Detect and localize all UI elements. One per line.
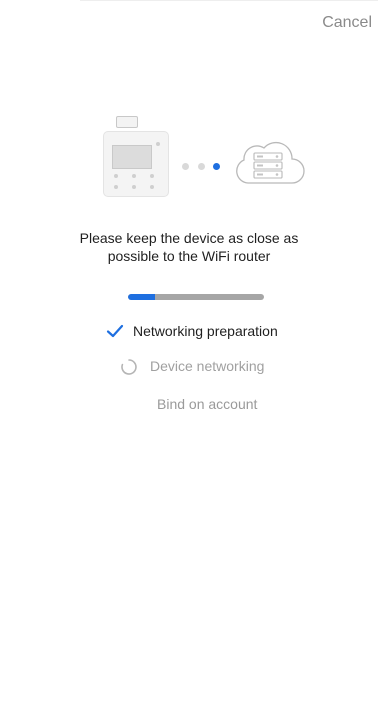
connection-dot [198, 163, 205, 170]
connection-dot-active [213, 163, 220, 170]
step-bind-on-account: Bind on account [0, 394, 378, 416]
loading-spinner-icon [121, 359, 137, 375]
device-button [150, 174, 154, 178]
device-button [150, 185, 154, 189]
thermostat-controller-icon [103, 131, 169, 197]
step-device-networking: Device networking [0, 356, 378, 378]
device-button [132, 185, 136, 189]
connection-dot [182, 163, 189, 170]
progress-fill [128, 294, 156, 300]
device-button [156, 142, 160, 146]
setup-progress-bar [128, 294, 264, 300]
step-networking-preparation: Networking preparation [0, 321, 378, 343]
device-screen [112, 145, 152, 169]
cloud-server-icon [236, 141, 305, 184]
instruction-line-1: Please keep the device as close as [79, 230, 299, 246]
connection-illustration [0, 0, 378, 220]
check-icon [106, 324, 124, 338]
device-mount-icon [116, 116, 138, 128]
device-button [114, 174, 118, 178]
step-label: Networking preparation [133, 323, 278, 339]
device-button [132, 174, 136, 178]
instruction-line-2: possible to the WiFi router [107, 248, 271, 264]
step-label: Bind on account [157, 396, 258, 412]
step-label: Device networking [150, 358, 265, 374]
proximity-instruction: Please keep the device as close as possi… [40, 229, 338, 265]
device-button [114, 185, 118, 189]
